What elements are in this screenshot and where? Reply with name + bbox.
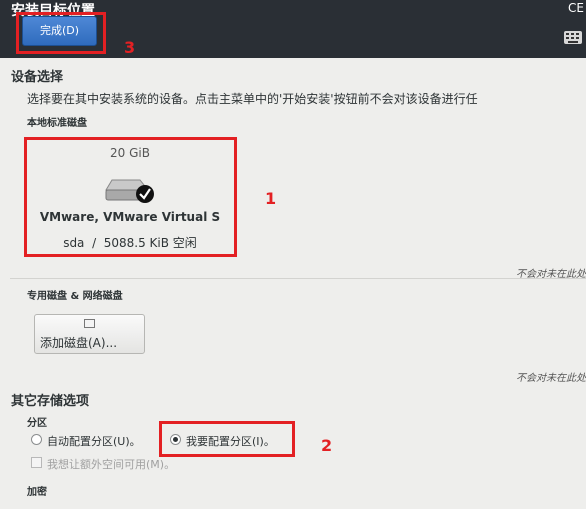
unaffected-disks-note-2: 不会对未在此处 bbox=[516, 373, 586, 384]
product-name: CE bbox=[568, 1, 584, 15]
annotation-marker-2: 2 bbox=[321, 436, 333, 455]
specialized-disks-label: 专用磁盘 & 网络磁盘 bbox=[27, 291, 123, 302]
auto-partition-radio[interactable] bbox=[31, 434, 42, 445]
auto-partition-label[interactable]: 自动配置分区(U)。 bbox=[47, 433, 141, 449]
extra-space-checkbox[interactable] bbox=[31, 457, 42, 468]
local-disks-label: 本地标准磁盘 bbox=[27, 118, 87, 129]
annotation-marker-3: 3 bbox=[124, 38, 136, 57]
add-disk-button[interactable]: 添加磁盘(A)... bbox=[34, 314, 145, 354]
keyboard-icon[interactable] bbox=[564, 31, 582, 44]
annotation-box-1 bbox=[24, 137, 237, 257]
divider bbox=[10, 278, 586, 279]
disk-small-icon bbox=[84, 319, 95, 328]
partition-label: 分区 bbox=[27, 418, 47, 429]
device-selection-description: 选择要在其中安装系统的设备。点击主菜单中的'开始安装'按钮前不会对该设备进行任 bbox=[27, 92, 478, 106]
encryption-label: 加密 bbox=[27, 487, 47, 498]
annotation-marker-1: 1 bbox=[265, 189, 277, 208]
other-storage-heading: 其它存储选项 bbox=[11, 394, 90, 409]
extra-space-label: 我想让额外空间可用(M)。 bbox=[47, 458, 176, 471]
annotation-box-2 bbox=[159, 421, 295, 457]
device-selection-heading: 设备选择 bbox=[11, 70, 64, 85]
annotation-box-3 bbox=[16, 12, 106, 54]
add-disk-label: 添加磁盘(A)... bbox=[40, 336, 118, 350]
